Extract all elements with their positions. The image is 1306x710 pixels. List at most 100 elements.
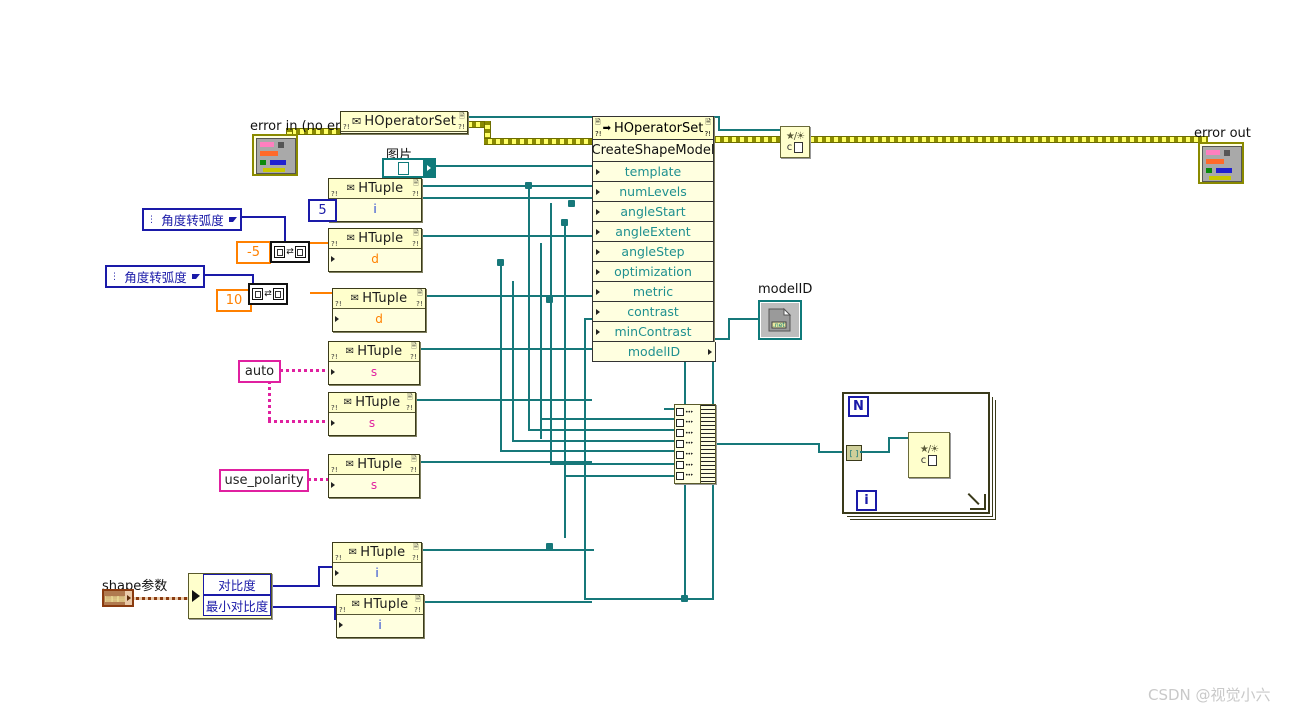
- wire-string: [268, 420, 330, 423]
- param-label: metric: [633, 284, 673, 299]
- wire-junction: [561, 219, 568, 226]
- csm-param-modelid[interactable]: modelID: [592, 342, 716, 362]
- wire: [728, 318, 758, 320]
- error-wire-segment: [484, 138, 600, 145]
- hoperatorset-top-node[interactable]: ?! ✉ HOperatorSet 🗎 ?!: [340, 111, 468, 134]
- htuple-type: i: [373, 202, 376, 216]
- htuple-node-numlevels[interactable]: ?!✉HTuple🗎?! i: [328, 178, 422, 222]
- wire: [540, 418, 674, 420]
- csm-param-mincontrast[interactable]: minContrast: [593, 322, 713, 342]
- wire-bundle-to-loop: [714, 443, 820, 445]
- wire-junction: [525, 182, 532, 189]
- htuple-node-anglestart[interactable]: ?!✉HTuple🗎?! d: [328, 228, 422, 272]
- loop-input-tunnel[interactable]: [ ]: [846, 445, 862, 461]
- wire-blue: [318, 566, 332, 568]
- csm-param-anglestep[interactable]: angleStep: [593, 242, 713, 262]
- unbundle-shape-params[interactable]: 对比度 最小对比度: [188, 573, 272, 619]
- constant-anglestart[interactable]: -5: [236, 241, 271, 264]
- wire: [512, 440, 674, 442]
- dotnet-close-node-top[interactable]: ★/☀ c: [780, 126, 810, 158]
- htuple-node-metric[interactable]: ?!✉HTuple🗎?! s: [328, 454, 420, 498]
- param-label: template: [625, 164, 681, 179]
- csm-param-anglestart[interactable]: angleStart: [593, 202, 713, 222]
- wire: [420, 197, 592, 199]
- convert-node-anglestart[interactable]: ⇄: [270, 241, 310, 263]
- loop-corner-fold: [970, 494, 986, 510]
- loop-count-terminal[interactable]: N: [848, 396, 869, 417]
- wire-junction: [546, 296, 553, 303]
- enum-ring-deg2rad-extent[interactable]: ⋮ 角度转弧度: [105, 265, 205, 288]
- csm-param-contrast[interactable]: contrast: [593, 302, 713, 322]
- htuple-node-mincontrast[interactable]: ?!✉HTuple🗎?! i: [336, 594, 424, 638]
- wire: [422, 601, 592, 603]
- wire: [420, 235, 592, 237]
- htuple-type: s: [371, 478, 377, 492]
- wire: [424, 295, 592, 297]
- dotnet-glyph: ★/☀: [786, 131, 804, 142]
- error-in-terminal[interactable]: [252, 134, 298, 176]
- csdn-watermark: CSDN @视觉小六: [1148, 684, 1271, 705]
- image-ref-control[interactable]: [382, 158, 436, 178]
- csm-method-label: CreateShapeModel: [593, 140, 713, 162]
- param-label: modelID: [628, 344, 680, 359]
- htuple-title: HTuple: [357, 457, 402, 472]
- convert-node-angleextent[interactable]: ⇄: [248, 283, 288, 305]
- block-diagram-canvas: error in (no error) ?! ✉ HOperatorSet 🗎 …: [0, 0, 1306, 710]
- model-id-indicator[interactable]: .net: [758, 300, 802, 340]
- wire: [420, 185, 592, 187]
- wire-blue: [268, 585, 320, 587]
- param-label: angleStep: [621, 244, 684, 259]
- dotnet-glyph-c: c: [921, 455, 938, 466]
- dotnet-node-in-loop[interactable]: ★/☀ c: [908, 432, 950, 478]
- wire: [888, 437, 910, 439]
- htuple-type: s: [371, 365, 377, 379]
- error-out-terminal[interactable]: [1198, 142, 1244, 184]
- svg-text:.net: .net: [773, 322, 785, 329]
- wire: [718, 129, 780, 131]
- ring-arrows-icon: ⋮: [110, 272, 119, 282]
- wire: [584, 318, 586, 598]
- htuple-title: HTuple: [355, 395, 400, 410]
- constant-use-polarity[interactable]: use_polarity: [219, 469, 309, 492]
- htuple-node-anglestep[interactable]: ?!✉HTuple🗎?! s: [328, 341, 420, 385]
- wire: [888, 437, 890, 453]
- wire-blue: [284, 216, 286, 244]
- htuple-type: s: [369, 416, 375, 430]
- wire-blue: [268, 606, 336, 608]
- chevron-down-icon[interactable]: [229, 217, 237, 222]
- csm-param-angleextent[interactable]: angleExtent: [593, 222, 713, 242]
- chevron-down-icon[interactable]: [192, 274, 200, 279]
- csm-param-numlevels[interactable]: numLevels: [593, 182, 713, 202]
- model-id-label: modelID: [758, 282, 812, 297]
- csm-param-metric[interactable]: metric: [593, 282, 713, 302]
- htuple-node-angleextent[interactable]: ?!✉HTuple🗎?! d: [332, 288, 426, 332]
- enum-ring-deg2rad-start[interactable]: ⋮ 角度转弧度: [142, 208, 242, 231]
- ring-label: 角度转弧度: [159, 210, 226, 229]
- ring-label: 角度转弧度: [122, 267, 189, 286]
- wire-junction: [568, 200, 575, 207]
- htuple-node-optimization[interactable]: ?!✉HTuple🗎?! s: [328, 392, 416, 436]
- bundle-cluster-node[interactable]: ••‣ ••‣ ••‣ ••‣ ••‣ ••‣ ••‣: [674, 404, 716, 484]
- param-label: contrast: [627, 304, 679, 319]
- constant-auto[interactable]: auto: [238, 360, 281, 383]
- htuple-type: d: [371, 252, 379, 266]
- constant-angleextent[interactable]: 10: [216, 289, 252, 312]
- constant-numlevels[interactable]: 5: [308, 199, 337, 222]
- wire: [420, 549, 594, 551]
- dotnet-refnum-icon: .net: [767, 307, 793, 333]
- create-shape-model-node[interactable]: ?! 🗎 ➡ HOperatorSet 🗎 ?! CreateShapeMode…: [592, 116, 714, 350]
- htuple-title: HTuple: [363, 597, 408, 612]
- htuple-node-contrast[interactable]: ?!✉HTuple🗎?! i: [332, 542, 422, 586]
- unbundle-item-contrast[interactable]: 对比度: [203, 574, 271, 595]
- htuple-type: i: [378, 618, 381, 632]
- unbundle-item-mincontrast[interactable]: 最小对比度: [203, 595, 271, 616]
- wire-junction: [497, 259, 504, 266]
- csm-param-optimization[interactable]: optimization: [593, 262, 713, 282]
- wire-image-to-template: [432, 165, 592, 167]
- dotnet-glyph: ★/☀: [920, 444, 938, 455]
- csm-param-template[interactable]: template: [593, 162, 713, 182]
- shape-params-control[interactable]: ▤▤▤: [102, 589, 134, 607]
- error-wire-segment: [712, 136, 780, 143]
- loop-index-terminal[interactable]: i: [856, 490, 877, 511]
- htuple-type: i: [375, 566, 378, 580]
